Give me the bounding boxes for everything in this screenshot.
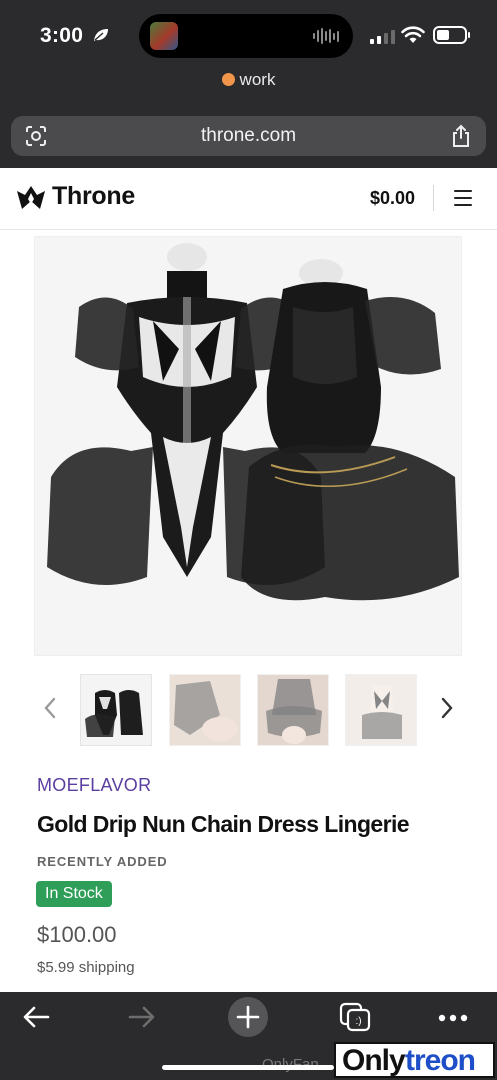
profile-dot xyxy=(221,73,235,86)
site-logo[interactable]: Throne xyxy=(52,182,135,211)
product-photo xyxy=(35,237,461,655)
watermark-part1: Only xyxy=(342,1044,406,1077)
leaf-icon xyxy=(94,29,108,41)
watermark-part2: treon xyxy=(405,1044,476,1077)
audio-wave-icon xyxy=(313,28,339,44)
stock-badge: In Stock xyxy=(36,881,112,907)
home-indicator[interactable] xyxy=(162,1065,334,1070)
wifi-icon xyxy=(401,26,425,43)
thumbnail-1[interactable] xyxy=(80,674,152,746)
thumbnail-2[interactable] xyxy=(169,674,241,746)
status-bar: 3:00 xyxy=(0,0,497,70)
now-playing-artwork xyxy=(150,22,178,50)
product-title: Gold Drip Nun Chain Dress Lingerie xyxy=(37,811,410,837)
watermark-logo: Only treon xyxy=(334,1042,495,1078)
product-price: $100.00 xyxy=(37,922,117,947)
site-header: Throne $0.00 xyxy=(0,168,497,230)
battery-fill xyxy=(437,30,449,40)
product-image[interactable] xyxy=(34,236,462,656)
back-arrow-icon[interactable] xyxy=(22,1004,50,1030)
share-icon[interactable] xyxy=(451,124,471,148)
thumbnail-3[interactable] xyxy=(257,674,329,746)
forward-arrow-icon[interactable] xyxy=(128,1004,156,1030)
tabs-icon[interactable]: :) xyxy=(339,1002,371,1032)
web-page: Throne $0.00 MOEFLAVOR Gold Drip Nun Cha… xyxy=(0,168,497,992)
battery-icon xyxy=(433,26,470,44)
thumbnail-4[interactable] xyxy=(345,674,417,746)
browser-profile[interactable]: work xyxy=(0,70,497,100)
plus-icon[interactable] xyxy=(228,997,268,1037)
profile-name: work xyxy=(239,70,276,89)
dynamic-island[interactable] xyxy=(139,14,353,58)
address-bar[interactable]: throne.com xyxy=(11,116,486,156)
chevron-left-icon[interactable] xyxy=(42,696,58,720)
svg-text::): :) xyxy=(355,1016,361,1027)
more-icon[interactable] xyxy=(438,1014,468,1022)
hamburger-icon[interactable] xyxy=(454,190,472,206)
cart-total[interactable]: $0.00 xyxy=(370,188,415,209)
status-time: 3:00 xyxy=(40,24,84,47)
shipping-cost: $5.99 shipping xyxy=(37,959,135,976)
signal-icon xyxy=(370,29,395,44)
thumbnail-carousel xyxy=(0,670,497,750)
crown-icon[interactable] xyxy=(16,185,46,211)
url-text: throne.com xyxy=(200,125,297,146)
product-vendor[interactable]: MOEFLAVOR xyxy=(37,775,151,796)
header-divider xyxy=(433,185,434,211)
product-tag: RECENTLY ADDED xyxy=(37,854,168,869)
chevron-right-icon[interactable] xyxy=(439,696,455,720)
